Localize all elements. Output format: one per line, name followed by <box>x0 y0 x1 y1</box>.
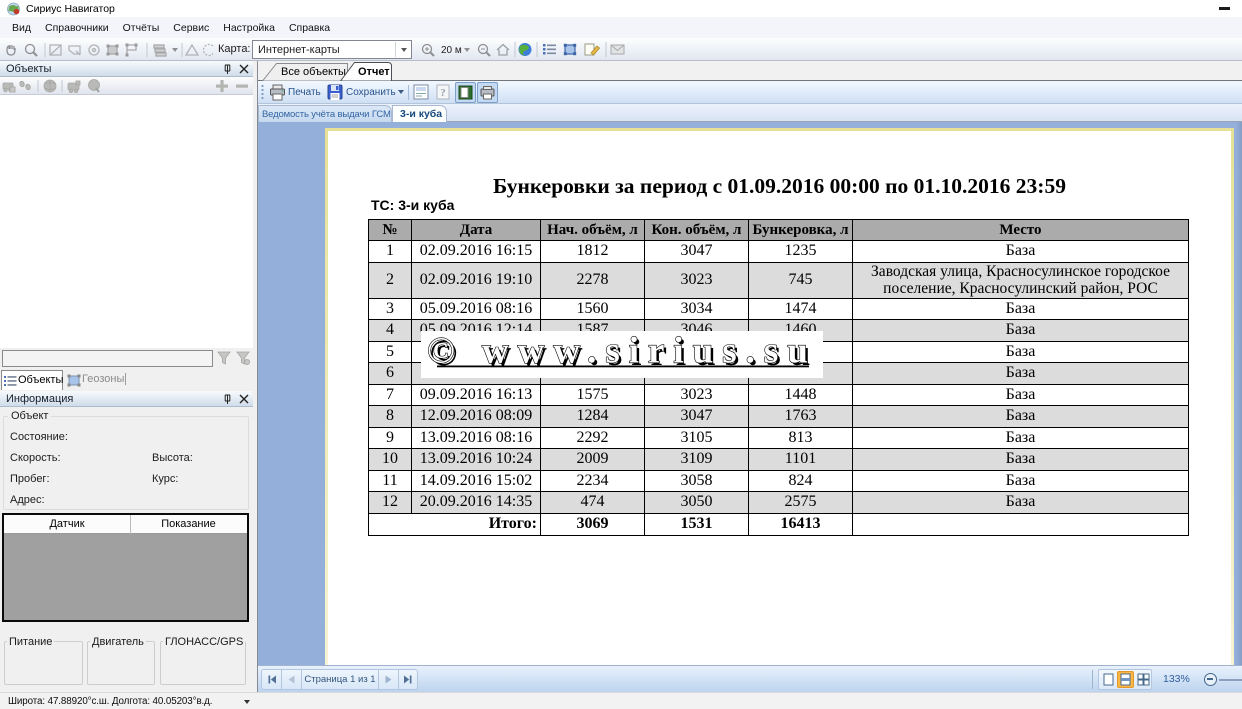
svg-text:© www.sirius.su: © www.sirius.su <box>427 331 817 372</box>
svg-text:?: ? <box>440 87 446 99</box>
svg-text:20 м: 20 м <box>441 45 462 56</box>
